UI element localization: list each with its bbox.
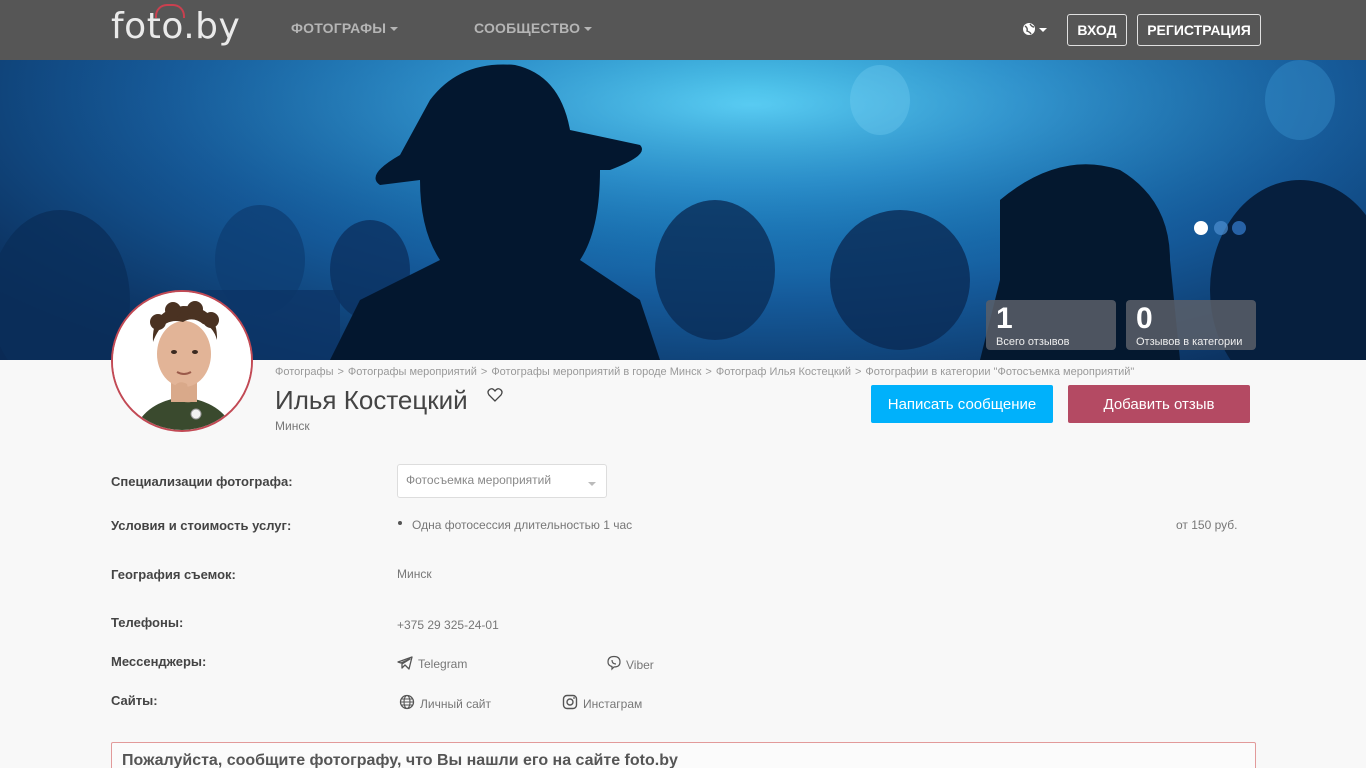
breadcrumb: Фотографы > Фотографы мероприятий > Фотограф… [275,366,1134,378]
globe-icon [399,694,415,710]
breadcrumb-current: Фотографии в категории "Фотосъемка мероп… [865,366,1135,378]
breadcrumb-link[interactable]: Фотографы мероприятий в городе Минск [491,366,701,378]
site-logo[interactable]: foto.by [111,6,240,47]
add-review-button[interactable]: Добавить отзыв [1068,385,1250,423]
chevron-down-icon [588,482,596,486]
profile-city: Минск [275,419,310,433]
language-switcher[interactable] [1022,21,1048,39]
instagram-link[interactable]: Инстаграм [583,697,642,711]
telegram-icon [397,656,413,670]
stat-label: Отзывов в категории [1136,336,1243,348]
breadcrumb-link[interactable]: Фотографы [275,366,333,378]
notice-box: Пожалуйста, сообщите фотографу, что Вы н… [111,742,1256,768]
instagram-icon [562,694,578,710]
chevron-down-icon [390,27,399,32]
login-button[interactable]: ВХОД [1067,14,1127,46]
nav-community-label: СООБЩЕСТВО [474,20,581,36]
service-name: Одна фотосессия длительностью 1 час [412,518,633,532]
nav-photographers-label: ФОТОГРАФЫ [291,20,387,36]
breadcrumb-link[interactable]: Фотографы мероприятий [348,366,477,378]
top-navbar: foto.by ФОТОГРАФЫ СООБЩЕСТВО ВХОД РЕГИСТ… [0,0,1366,60]
messengers-label: Мессенджеры: [111,654,207,669]
sites-label: Сайты: [111,693,158,708]
viber-icon [607,655,621,671]
telegram-link[interactable]: Telegram [418,657,467,671]
notice-text: Пожалуйста, сообщите фотографу, что Вы н… [122,752,678,768]
register-button[interactable]: РЕГИСТРАЦИЯ [1137,14,1261,46]
stat-category-reviews: 0 Отзывов в категории [1126,300,1256,350]
specialization-select[interactable]: Фотосъемка мероприятий [397,464,607,498]
breadcrumb-separator: > [480,366,488,378]
breadcrumb-link[interactable]: Фотограф Илья Костецкий [716,366,851,378]
stat-total-reviews: 1 Всего отзывов [986,300,1116,350]
list-bullet [398,521,402,525]
globe-icon [1023,23,1047,35]
write-message-button[interactable]: Написать сообщение [871,385,1053,423]
personal-site-link[interactable]: Личный сайт [420,697,491,711]
geography-value: Минск [397,567,432,581]
slider-dot[interactable] [1232,221,1246,235]
chevron-down-icon [584,27,593,32]
breadcrumb-separator: > [337,366,344,378]
geography-label: География съемок: [111,567,236,582]
nav-community[interactable]: СООБЩЕСТВО [474,20,593,36]
nav-photographers[interactable]: ФОТОГРАФЫ [291,20,399,36]
slider-dot[interactable] [1214,221,1228,235]
stat-label: Всего отзывов [996,336,1070,348]
avatar-portrait [113,292,251,430]
stat-value: 0 [1136,302,1153,335]
breadcrumb-separator: > [705,366,712,378]
avatar[interactable] [111,290,253,432]
specializations-label: Специализации фотографа: [111,474,293,489]
services-label: Условия и стоимость услуг: [111,518,292,533]
viber-link[interactable]: Viber [626,658,654,672]
service-price: от 150 руб. [1176,518,1238,532]
phones-label: Телефоны: [111,615,184,630]
phone-number[interactable]: +375 29 325-24-01 [397,618,499,632]
specialization-selected-value: Фотосъемка мероприятий [406,473,552,487]
heart-icon [487,388,503,402]
page-title: Илья Костецкий [275,385,468,415]
favorite-button[interactable] [487,387,503,403]
stat-value: 1 [996,302,1013,335]
breadcrumb-separator: > [854,366,862,378]
slider-dot-active[interactable] [1194,221,1208,235]
